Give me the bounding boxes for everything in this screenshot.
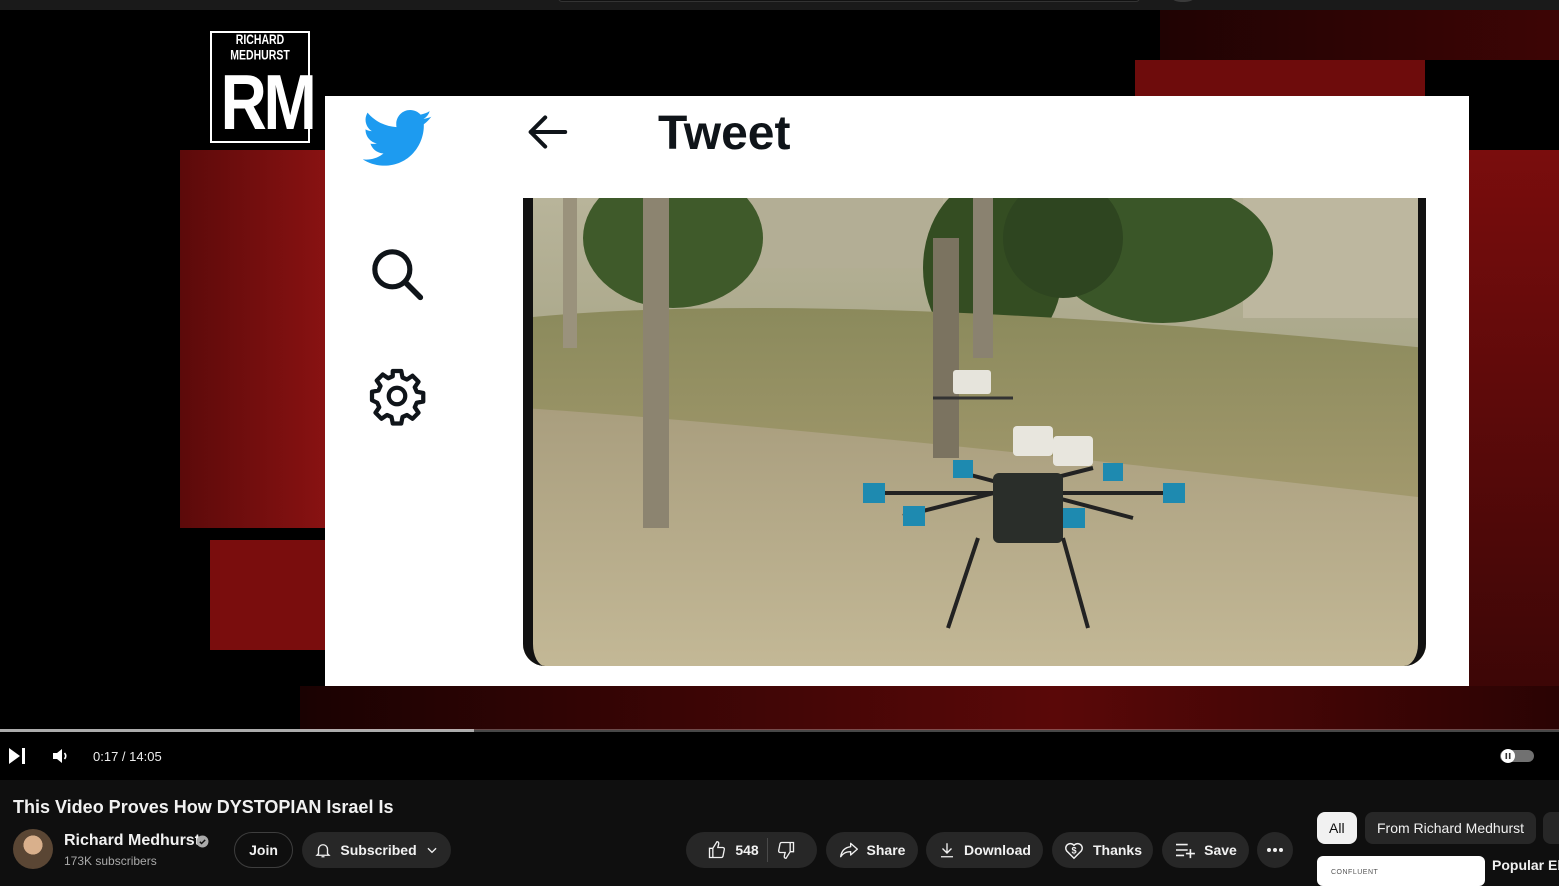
volume-icon[interactable]: [52, 748, 70, 764]
like-dislike-group: 548: [686, 832, 817, 868]
autoplay-toggle[interactable]: [1500, 749, 1534, 763]
share-icon: [839, 842, 858, 858]
drone-scene: [523, 198, 1426, 666]
logo-initials: RM: [220, 58, 317, 146]
mic-button[interactable]: [1172, 0, 1194, 2]
recommended-thumbnail[interactable]: CONFLUENT: [1317, 856, 1485, 886]
bg-red-block: [1460, 150, 1559, 710]
chip-next[interactable]: [1543, 812, 1559, 844]
like-icon[interactable]: [707, 840, 727, 860]
download-label: Download: [964, 842, 1031, 858]
video-info: This Video Proves How DYSTOPIAN Israel I…: [0, 780, 1559, 886]
chip-from-channel[interactable]: From Richard Medhurst: [1365, 812, 1537, 844]
divider: [766, 838, 768, 862]
chip-all[interactable]: All: [1317, 812, 1357, 844]
bg-red-block: [300, 686, 1559, 730]
search-icon[interactable]: [369, 246, 425, 302]
svg-text:$: $: [1071, 846, 1076, 856]
channel-name[interactable]: Richard Medhurst: [64, 832, 200, 850]
download-icon: [941, 843, 954, 858]
bg-red-block: [210, 540, 330, 650]
playlist-add-icon: [1176, 843, 1196, 859]
tweet-header-title: Tweet: [658, 107, 791, 160]
chevron-down-icon: [427, 847, 437, 854]
bg-red-block: [1160, 10, 1559, 60]
subscribed-button[interactable]: Subscribed: [302, 832, 451, 868]
recommended-title[interactable]: Popular Eb: [1492, 857, 1559, 873]
back-arrow-icon[interactable]: [525, 112, 569, 152]
top-bar: [0, 0, 1559, 10]
channel-avatar[interactable]: [13, 829, 53, 869]
join-label: Join: [249, 842, 278, 858]
search-box[interactable]: [558, 0, 1140, 2]
thanks-button[interactable]: $ Thanks: [1052, 832, 1153, 868]
time-display: 0:17 / 14:05: [93, 749, 162, 764]
next-icon[interactable]: [8, 747, 26, 765]
bg-red-block: [180, 150, 330, 528]
like-count[interactable]: 548: [735, 842, 758, 858]
verified-icon: [196, 835, 209, 848]
share-label: Share: [866, 842, 906, 858]
share-button[interactable]: Share: [826, 832, 918, 868]
more-actions-button[interactable]: [1257, 832, 1293, 868]
video-title: This Video Proves How DYSTOPIAN Israel I…: [13, 797, 394, 817]
thanks-label: Thanks: [1092, 842, 1142, 858]
save-label: Save: [1204, 842, 1237, 858]
dislike-icon[interactable]: [776, 840, 796, 860]
subscribed-label: Subscribed: [340, 842, 417, 858]
gear-icon[interactable]: [367, 366, 427, 426]
video-player[interactable]: RICHARD MEDHURST RM Tweet 0:17 / 14:05: [0, 10, 1559, 780]
tweet-media-image: [523, 198, 1426, 666]
join-button[interactable]: Join: [234, 832, 293, 868]
reco-thumb-text: CONFLUENT: [1331, 869, 1379, 876]
twitter-bird-icon: [363, 110, 432, 166]
progress-bar-fill: [0, 729, 474, 732]
heart-dollar-icon: $: [1065, 842, 1083, 860]
tweet-card: Tweet: [325, 96, 1469, 686]
bell-icon: [315, 844, 332, 858]
save-button[interactable]: Save: [1162, 832, 1249, 868]
subscriber-count: 173K subscribers: [64, 854, 157, 868]
download-button[interactable]: Download: [926, 832, 1043, 868]
more-horizontal-icon: [1267, 848, 1283, 852]
progress-bar[interactable]: [0, 729, 1559, 732]
channel-logo: RICHARD MEDHURST RM: [210, 31, 317, 146]
bg-red-block: [1135, 60, 1425, 100]
